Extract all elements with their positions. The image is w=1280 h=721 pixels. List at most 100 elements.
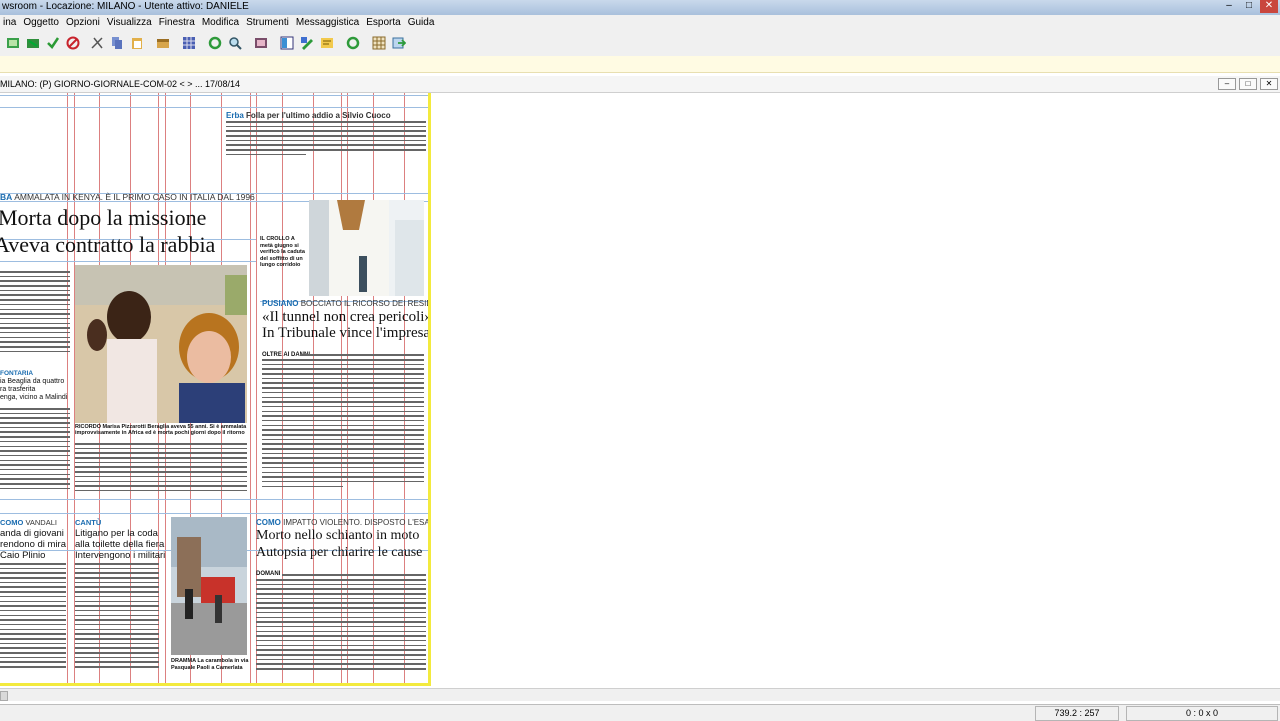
refresh-icon[interactable] [208,36,222,50]
box-icon[interactable] [156,36,170,50]
close-icon[interactable]: ✕ [1260,0,1278,13]
open-icon[interactable] [26,36,40,50]
toolbar [0,31,1280,57]
window-title: wsroom - Locazione: MILANO - Utente atti… [2,1,249,12]
main-photo[interactable] [75,265,247,423]
cantu-title-line3: Intervengono i militari [75,550,166,561]
page-canvas[interactable]: Erba Folla per l'ultimo addio a Silvio C… [0,93,1280,686]
cut-icon[interactable] [90,36,104,50]
menu-item-modifica[interactable]: Modifica [199,15,243,31]
menu-item-esporta[interactable]: Esporta [363,15,404,31]
minimize-icon[interactable]: – [1220,0,1238,13]
main-kicker-text: AMMALATA IN KENYA. È IL PRIMO CASO IN IT… [14,192,255,202]
baseline-guide [0,513,428,514]
main-body-col2 [0,408,70,498]
newspaper-page[interactable]: Erba Folla per l'ultimo addio a Silvio C… [0,93,431,686]
crollo-photo[interactable] [309,200,424,296]
main-photo-caption: RICORDO Marisa Pizzarotti Beraglia aveva… [75,424,247,436]
check-icon[interactable] [46,36,60,50]
export-icon[interactable] [392,36,406,50]
incidente-lead: DOMANI [256,571,281,577]
note-icon[interactable] [320,36,334,50]
incidente-title-line1: Morto nello schianto in moto [256,528,420,543]
incidente-kicker-text: IMPATTO VIOLENTO. DISPOSTO L'ESAME [283,518,431,527]
doc-close-icon[interactable]: ✕ [1260,78,1278,90]
dramma-photo[interactable] [171,517,247,655]
menubar: ina Oggetto Opzioni Visualizza Finestra … [0,15,1280,31]
incidente-title-line2: Autopsia per chiarire le cause [256,545,423,560]
pusiano-body-text [262,359,424,497]
incidente-kicker: COMO IMPATTO VIOLENTO. DISPOSTO L'ESAME [256,518,431,527]
baseline-guide [0,95,428,96]
main-title-line1: Morta dopo la missione [0,205,207,230]
menu-item[interactable]: ina [0,15,20,31]
zoom-icon[interactable] [228,36,242,50]
main-kicker-place: BA [0,192,13,202]
dramma-caption: DRAMMA La carambola in via Pasquale Paol… [171,658,249,671]
info-bar [0,56,1280,73]
cantu-title-line1: Litigano per la coda [75,528,158,539]
incidente-kicker-place: COMO [256,518,281,527]
vandali-body-text [0,563,66,679]
erba-title: Folla per l'ultimo addio a Silvio Cuoco [246,111,391,120]
vandali-kicker: COMO VANDALI [0,518,57,527]
menu-item-visualizza[interactable]: Visualizza [104,15,156,31]
pusiano-kicker-text: BOCCIATO IL RICORSO DEI RESIDENTI [300,299,428,308]
document-label: MILANO: (P) GIORNO-GIORNALE-COM-02 < > .… [0,79,241,89]
vandali-title-line1: anda di giovani [0,528,64,539]
window-titlebar: wsroom - Locazione: MILANO - Utente atti… [0,0,1280,15]
layout-icon[interactable] [280,36,294,50]
pusiano-kicker-place: PUSIANO [262,299,299,308]
baseline-guide [0,499,428,500]
main-body-col1 [0,271,70,361]
menu-item-guida[interactable]: Guida [405,15,439,31]
column-guide [250,93,251,683]
status-selection: 0 : 0 x 0 [1126,706,1278,721]
cantu-kicker: CANTÙ [75,518,102,527]
erba-article-title: Erba Folla per l'ultimo addio a Silvio C… [226,111,391,120]
fontaria-text1: ia Beaglia da quattro [0,378,65,385]
cantu-title-line2: alla toilette della fiera [75,539,165,550]
pusiano-title-line1: «Il tunnel non crea pericoli» [262,309,431,325]
baseline-guide [0,261,256,262]
menu-item-opzioni[interactable]: Opzioni [63,15,104,31]
sync-icon[interactable] [346,36,360,50]
main-kicker: BA AMMALATA IN KENYA. È IL PRIMO CASO IN… [0,192,255,202]
fontaria-text3: enga, vicino a Malindi [0,394,68,401]
menu-item-oggetto[interactable]: Oggetto [20,15,63,31]
maximize-icon[interactable]: □ [1240,0,1258,13]
image-icon[interactable] [254,36,268,50]
pusiano-kicker: PUSIANO BOCCIATO IL RICORSO DEI RESIDENT… [262,299,428,308]
erba-body-text [226,121,426,167]
status-coords: 739.2 : 257 [1035,706,1119,721]
main-title-line2: Aveva contratto la rabbia [0,232,216,257]
crollo-caption: IL CROLLO A metà giugno si verificò la c… [260,236,305,268]
incidente-body-text [256,579,426,679]
cancel-icon[interactable] [66,36,80,50]
doc-restore-icon[interactable]: □ [1239,78,1257,90]
vandali-kicker-text: VANDALI [25,518,57,527]
vandali-title-line2: rendono di mira [0,539,67,550]
cantu-body-text [75,563,159,679]
menu-item-messaggistica[interactable]: Messaggistica [293,15,363,31]
menu-item-strumenti[interactable]: Strumenti [243,15,293,31]
scrollbar-thumb[interactable] [0,691,8,701]
vandali-title-line3: Caio Plinio [0,550,46,561]
grid-icon[interactable] [182,36,196,50]
baseline-guide [0,107,428,108]
fontaria-text2: ra trasferita [0,386,36,393]
new-page-icon[interactable] [6,36,20,50]
edit-icon[interactable] [300,36,314,50]
copy-icon[interactable] [110,36,124,50]
paste-icon[interactable] [130,36,144,50]
doc-minimize-icon[interactable]: – [1218,78,1236,90]
table-icon[interactable] [372,36,386,50]
status-bar: 739.2 : 257 0 : 0 x 0 [0,704,1280,721]
column-guide [67,93,68,683]
horizontal-scrollbar[interactable] [0,688,1280,701]
incidente-body-first-line [282,574,426,578]
fontaria-kicker: FONTARIA [0,370,34,377]
menu-item-finestra[interactable]: Finestra [156,15,199,31]
pusiano-title-line2: In Tribunale vince l'impresa [262,325,431,341]
document-tab-bar: MILANO: (P) GIORNO-GIORNALE-COM-02 < > .… [0,76,1280,93]
